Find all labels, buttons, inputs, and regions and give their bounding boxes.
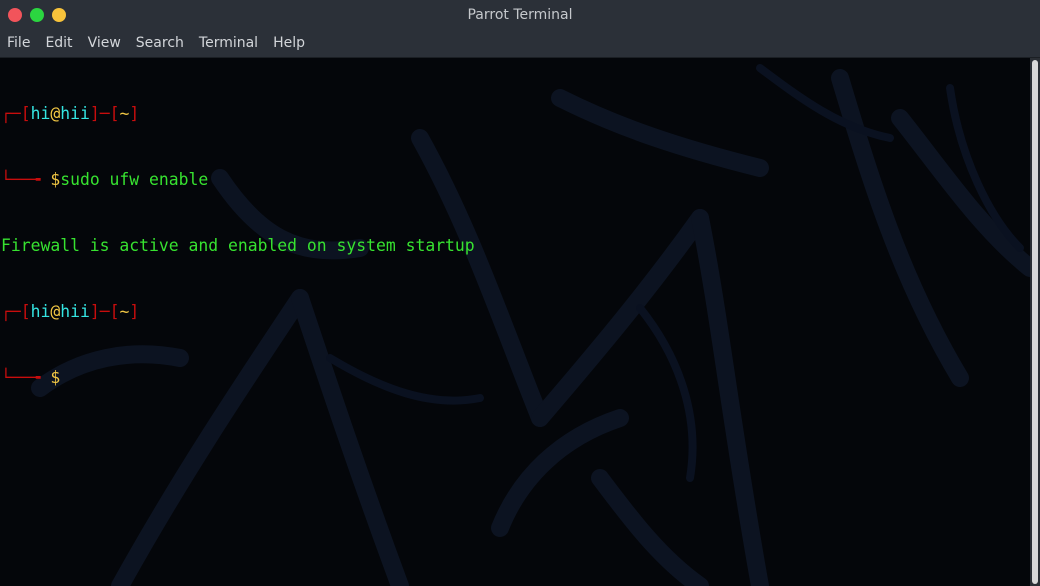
prompt-dash: ─	[99, 104, 110, 123]
prompt-corner: ┌─	[1, 104, 21, 123]
output-line: Firewall is active and enabled on system…	[1, 235, 475, 257]
prompt-dollar: $	[50, 170, 61, 189]
prompt-dash-2: ─	[99, 302, 110, 321]
menu-bar: File Edit View Search Terminal Help	[0, 30, 1040, 58]
command-line-2[interactable]: └──╼ $	[1, 367, 475, 389]
prompt-dir-2: ~	[119, 302, 130, 321]
prompt-corner-2: ┌─	[1, 302, 21, 321]
menu-search[interactable]: Search	[128, 30, 191, 57]
window-title: Parrot Terminal	[467, 7, 573, 23]
menu-edit[interactable]: Edit	[37, 30, 79, 57]
prompt-dollar-2: $	[50, 368, 61, 387]
prompt-dir-close: ]	[129, 104, 140, 123]
prompt-line-2: ┌─[hi@hii]─[~]	[1, 301, 475, 323]
menu-help[interactable]: Help	[265, 30, 312, 57]
menu-view[interactable]: View	[80, 30, 128, 57]
menu-terminal[interactable]: Terminal	[191, 30, 265, 57]
prompt-arrow: └──╼	[1, 170, 51, 189]
prompt-open-bracket-2: [	[20, 302, 31, 321]
prompt-at-2: @	[50, 302, 61, 321]
terminal-window: Parrot Terminal File Edit View Search Te…	[0, 0, 1040, 586]
prompt-user: hi	[30, 104, 51, 123]
scrollbar[interactable]	[1030, 58, 1040, 586]
command-line: └──╼ $sudo ufw enable	[1, 169, 475, 191]
command-output: Firewall is active and enabled on system…	[1, 236, 475, 255]
prompt-dir-open: [	[109, 104, 120, 123]
prompt-dir-close-2: ]	[129, 302, 140, 321]
prompt-close-bracket-2: ]	[89, 302, 100, 321]
prompt-dir-open-2: [	[109, 302, 120, 321]
terminal-area[interactable]: ┌─[hi@hii]─[~] └──╼ $sudo ufw enable Fir…	[0, 58, 1030, 586]
scrollbar-thumb[interactable]	[1032, 60, 1038, 584]
prompt-at: @	[50, 104, 61, 123]
prompt-host-2: hii	[60, 302, 90, 321]
title-bar[interactable]: Parrot Terminal	[0, 0, 1040, 30]
prompt-open-bracket: [	[20, 104, 31, 123]
command-text: sudo ufw enable	[60, 170, 209, 189]
menu-file[interactable]: File	[0, 30, 37, 57]
prompt-user-2: hi	[30, 302, 51, 321]
prompt-arrow-2: └──╼	[1, 368, 51, 387]
prompt-close-bracket: ]	[89, 104, 100, 123]
prompt-dir: ~	[119, 104, 130, 123]
prompt-line: ┌─[hi@hii]─[~]	[1, 103, 475, 125]
terminal-output: ┌─[hi@hii]─[~] └──╼ $sudo ufw enable Fir…	[1, 59, 475, 433]
prompt-host: hii	[60, 104, 90, 123]
